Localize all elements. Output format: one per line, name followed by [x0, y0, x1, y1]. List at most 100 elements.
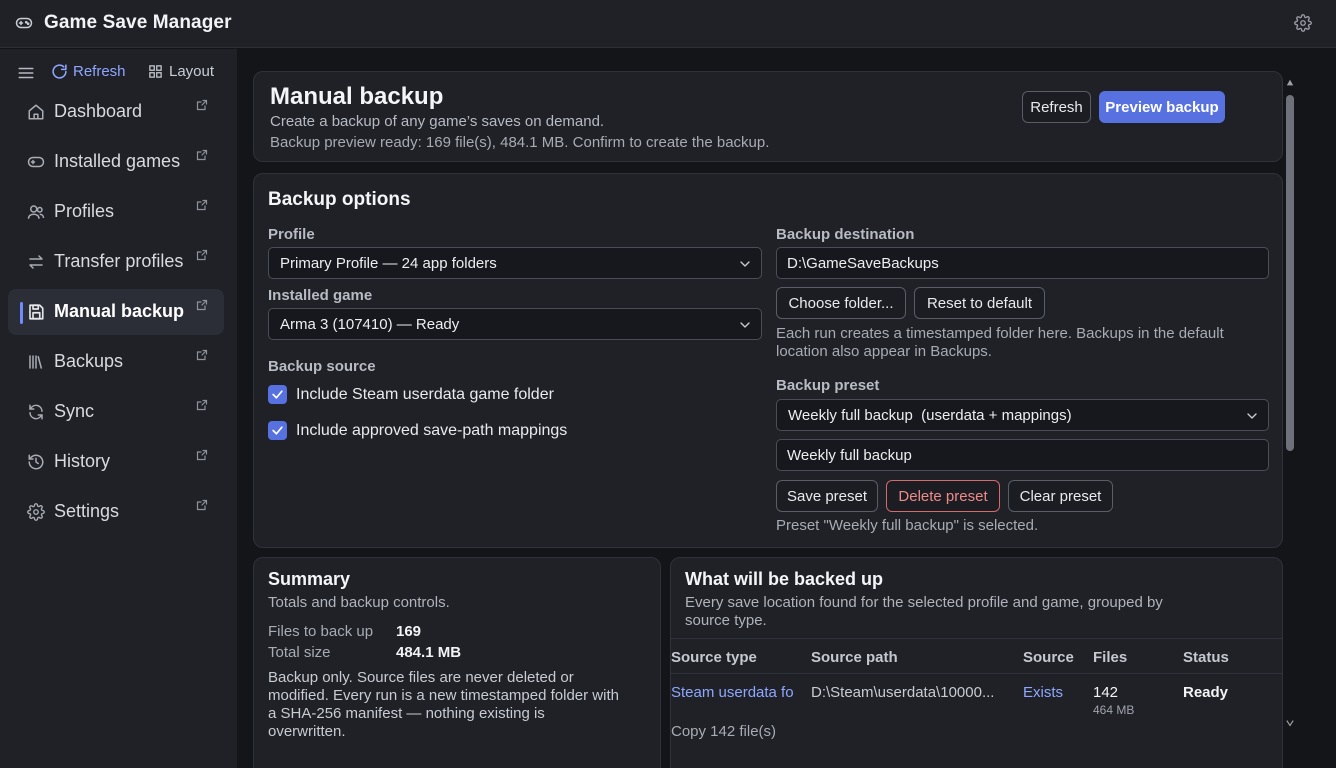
chevron-down-icon	[737, 317, 753, 333]
scroll-up-arrow-icon[interactable]	[1286, 79, 1294, 87]
external-link-icon	[196, 399, 208, 411]
profile-select[interactable]: Primary Profile — 24 app folders	[268, 247, 762, 279]
scrollbar-thumb[interactable]	[1286, 95, 1294, 451]
header-refresh-button[interactable]: Refresh	[1022, 91, 1091, 123]
sidebar-item-transfer-profiles[interactable]: Transfer profiles	[8, 239, 224, 285]
page-title: Manual backup	[270, 83, 444, 110]
backup-contents-title: What will be backed up	[685, 569, 884, 589]
preview-backup-button[interactable]: Preview backup	[1099, 91, 1225, 123]
include-userdata-checkbox[interactable]	[268, 385, 287, 404]
settings-gear-icon[interactable]	[1294, 14, 1314, 34]
users-icon	[27, 203, 45, 221]
sidebar: Refresh Layout Dashboard Installed games…	[0, 49, 237, 768]
table-header: Source type Source path Source Files Sta…	[671, 638, 1283, 674]
choose-folder-button[interactable]: Choose folder...	[776, 287, 906, 319]
installed-game-select[interactable]: Arma 3 (107410) — Ready	[268, 308, 762, 340]
sidebar-item-label: Profiles	[54, 201, 115, 221]
history-icon	[27, 453, 45, 471]
include-mappings-label: Include approved save-path mappings	[296, 421, 568, 439]
destination-help-line-1: Each run creates a timestamped folder he…	[776, 325, 1224, 342]
sidebar-layout-label: Layout	[169, 63, 215, 80]
chevron-down-icon	[737, 256, 753, 272]
row-status: Ready	[1183, 684, 1229, 701]
sidebar-item-sync[interactable]: Sync	[8, 389, 224, 435]
hamburger-menu-icon[interactable]	[17, 64, 35, 82]
row-source-type-link[interactable]: Steam userdata fo	[671, 684, 803, 701]
sidebar-layout-button[interactable]: Layout	[148, 63, 214, 80]
external-link-icon	[196, 349, 208, 361]
external-link-icon	[196, 149, 208, 161]
total-size-value: 484.1 MB	[396, 644, 462, 661]
destination-help-line-2: location also appear in Backups.	[776, 343, 992, 360]
preset-name-input[interactable]: Weekly full backup	[776, 439, 1269, 471]
external-link-icon	[196, 249, 208, 261]
sidebar-item-backups[interactable]: Backups	[8, 339, 224, 385]
backup-preset-select-value: Weekly full backup (userdata + mappings)	[788, 407, 1072, 424]
files-to-back-up-label: Files to back up	[268, 623, 374, 640]
preset-name-value: Weekly full backup	[787, 447, 912, 464]
backup-contents-subtitle-line-2: source type.	[685, 612, 767, 629]
backup-preset-select[interactable]: Weekly full backup (userdata + mappings)	[776, 399, 1269, 431]
sidebar-item-history[interactable]: History	[8, 439, 224, 485]
save-preset-button[interactable]: Save preset	[776, 480, 878, 512]
gamepad-logo-icon	[15, 14, 35, 34]
installed-game-label: Installed game	[268, 287, 373, 304]
sidebar-item-manual-backup[interactable]: Manual backup	[8, 289, 224, 335]
external-link-icon	[196, 449, 208, 461]
column-header-source-path[interactable]: Source path	[811, 649, 898, 666]
external-link-icon	[196, 99, 208, 111]
profile-label: Profile	[268, 226, 315, 243]
backup-options-panel: Backup options Profile Primary Profile —…	[253, 173, 1283, 548]
gear-icon	[27, 503, 45, 521]
summary-title: Summary	[268, 569, 351, 589]
sidebar-item-settings[interactable]: Settings	[8, 489, 224, 535]
profile-select-value: Primary Profile — 24 app folders	[280, 255, 497, 272]
summary-note-line-4: overwritten.	[268, 723, 346, 740]
backup-destination-input[interactable]: D:\GameSaveBackups	[776, 247, 1269, 279]
library-icon	[27, 353, 45, 371]
row-source-exists-link[interactable]: Exists	[1023, 684, 1063, 701]
scroll-down-arrow-icon[interactable]	[1286, 719, 1294, 727]
title-bar: Game Save Manager	[0, 0, 1336, 48]
sidebar-refresh-label: Refresh	[73, 63, 126, 80]
reset-to-default-button[interactable]: Reset to default	[914, 287, 1045, 319]
column-header-source[interactable]: Source	[1023, 649, 1074, 666]
files-to-back-up-value: 169	[396, 623, 422, 640]
external-link-icon	[196, 299, 208, 311]
column-header-status[interactable]: Status	[1183, 649, 1229, 666]
include-mappings-checkbox[interactable]	[268, 421, 287, 440]
backup-destination-label: Backup destination	[776, 226, 915, 243]
sidebar-toolbar: Refresh Layout	[0, 61, 237, 85]
sidebar-item-label: Settings	[54, 501, 120, 521]
main-content: Manual backup Create a backup of any gam…	[237, 49, 1336, 768]
column-header-files[interactable]: Files	[1093, 649, 1127, 666]
sidebar-item-dashboard[interactable]: Dashboard	[8, 89, 224, 135]
refresh-icon	[51, 63, 68, 80]
sidebar-item-installed-games[interactable]: Installed games	[8, 139, 224, 185]
sidebar-item-label: Sync	[54, 401, 95, 421]
backup-preset-label: Backup preset	[776, 377, 880, 394]
sidebar-item-label: Installed games	[54, 151, 181, 171]
row-files-count: 142	[1093, 684, 1119, 701]
app-title: Game Save Manager	[44, 12, 232, 33]
sidebar-refresh-button[interactable]: Refresh	[51, 63, 126, 80]
column-header-source-type[interactable]: Source type	[671, 649, 757, 666]
summary-panel: Summary Totals and backup controls. File…	[253, 557, 661, 768]
summary-note-line-2: modified. Every run is a new timestamped…	[268, 687, 619, 704]
include-mappings-checkbox-row[interactable]: Include approved save-path mappings	[268, 421, 567, 440]
backup-destination-value: D:\GameSaveBackups	[787, 255, 939, 272]
sidebar-item-label: Dashboard	[54, 101, 143, 121]
main-scrollbar[interactable]	[1283, 79, 1297, 731]
backup-contents-panel: What will be backed up Every save locati…	[670, 557, 1283, 768]
clear-preset-button[interactable]: Clear preset	[1008, 480, 1113, 512]
delete-preset-button[interactable]: Delete preset	[886, 480, 1000, 512]
include-userdata-label: Include Steam userdata game folder	[296, 385, 554, 403]
sidebar-item-label: Transfer profiles	[54, 251, 184, 271]
chevron-down-icon	[1244, 408, 1260, 424]
backup-contents-subtitle-line-1: Every save location found for the select…	[685, 594, 1163, 611]
summary-note-line-1: Backup only. Source files are never dele…	[268, 669, 574, 686]
row-files-size: 464 MB	[1093, 703, 1135, 717]
sidebar-item-profiles[interactable]: Profiles	[8, 189, 224, 235]
include-userdata-checkbox-row[interactable]: Include Steam userdata game folder	[268, 385, 554, 404]
sync-icon	[27, 403, 45, 421]
